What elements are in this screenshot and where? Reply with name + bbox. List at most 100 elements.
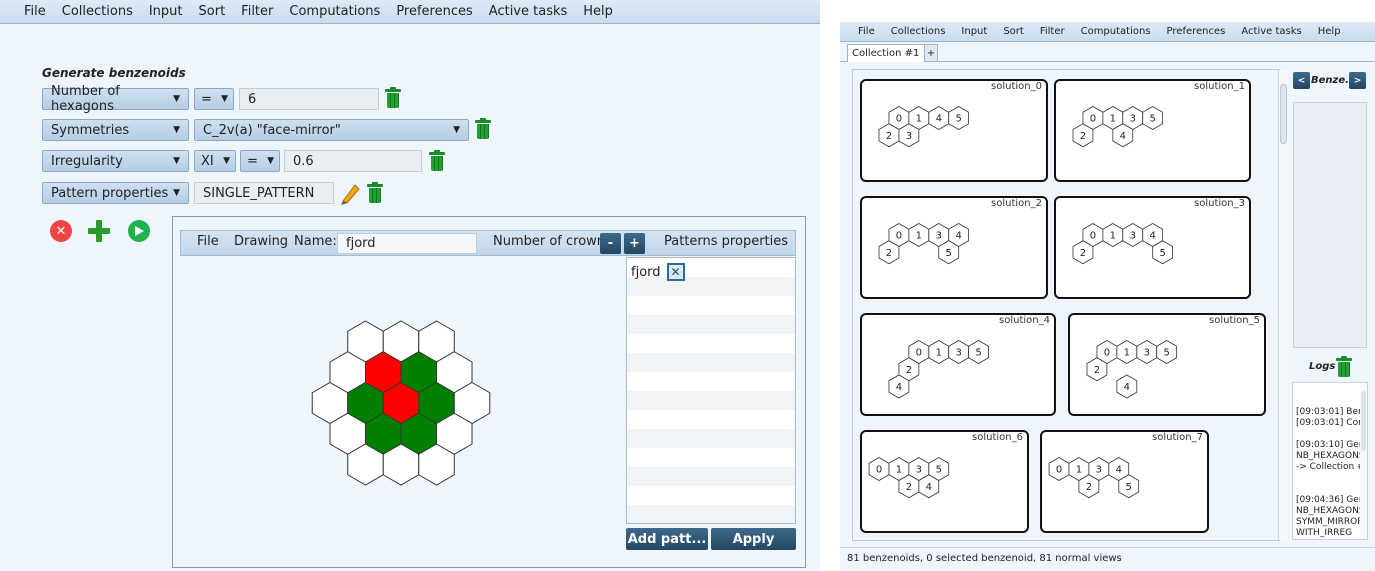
trash-icon[interactable] xyxy=(385,87,401,108)
criterion-pattern-select[interactable]: Pattern properties ▼ xyxy=(42,182,189,204)
hexagon-label: 1 xyxy=(936,348,942,359)
symmetry-value-select[interactable]: C_2v(a) "face-mirror" ▼ xyxy=(194,119,469,141)
solution-card[interactable]: solution_6 0 1 3 5 2 4 xyxy=(860,430,1029,533)
criterion-label: Number of hexagons xyxy=(51,84,120,114)
gallery-scrollbar[interactable] xyxy=(1278,70,1288,540)
trash-icon[interactable] xyxy=(475,118,491,139)
chevron-down-icon: ▼ xyxy=(453,125,460,135)
hexagon-label: 2 xyxy=(1094,365,1100,376)
trash-icon[interactable] xyxy=(367,182,383,203)
left-menu-input[interactable]: Input xyxy=(141,4,191,19)
solution-card[interactable]: solution_1 0 1 3 5 2 4 xyxy=(1054,79,1251,182)
left-menu-filter[interactable]: Filter xyxy=(233,4,281,19)
list-row xyxy=(627,429,795,448)
pattern-list-item[interactable]: fjord ✕ xyxy=(631,263,685,281)
add-pattern-button[interactable]: Add patt... xyxy=(626,528,708,550)
solution-card[interactable]: solution_0 0 1 4 5 2 3 xyxy=(860,79,1048,182)
hexagon-label: 1 xyxy=(1076,465,1082,476)
irregularity-type-label: XI xyxy=(201,153,214,169)
run-icon[interactable] xyxy=(128,220,150,242)
solution-card[interactable]: solution_2 0 1 3 4 2 5 xyxy=(860,196,1048,299)
trash-icon[interactable] xyxy=(1336,356,1352,377)
left-menu-computations[interactable]: Computations xyxy=(281,4,388,19)
benzenoid-drawing: 0 1 3 4 2 5 xyxy=(878,223,970,265)
hexagon-label: 0 xyxy=(1056,465,1062,476)
hexagons-value-input[interactable]: 6 xyxy=(239,88,379,110)
left-menu-collections[interactable]: Collections xyxy=(54,4,141,19)
hexagon-label: 4 xyxy=(1120,131,1126,142)
cancel-icon[interactable]: ✕ xyxy=(50,220,72,242)
left-menu-sort[interactable]: Sort xyxy=(191,4,234,19)
criterion-hexagons-select[interactable]: Number of hexagons ▼ xyxy=(42,84,189,114)
chevron-down-icon: ▼ xyxy=(267,156,274,166)
irregularity-value-input[interactable]: 0.6 xyxy=(284,150,422,172)
list-row xyxy=(627,410,795,429)
trash-icon[interactable] xyxy=(429,150,445,171)
hexagon-label: 2 xyxy=(886,248,892,259)
solution-card[interactable]: solution_5 0 1 3 5 2 4 xyxy=(1068,313,1266,416)
pattern-item-label: fjord xyxy=(631,264,661,280)
apply-button[interactable]: Apply xyxy=(711,528,796,550)
criterion-symmetries-select[interactable]: Symmetries ▼ xyxy=(42,119,189,141)
tab-bar: Collection #1 × + xyxy=(840,42,1375,62)
log-line: -> Collection # xyxy=(1296,462,1365,472)
benzenoid-drawing: 0 1 3 5 2 4 xyxy=(1086,340,1178,399)
right-menu-input[interactable]: Input xyxy=(953,26,995,37)
left-menu-preferences[interactable]: Preferences xyxy=(388,4,480,19)
hexagon-label: 0 xyxy=(916,348,922,359)
hexagon-label: 5 xyxy=(1126,482,1132,493)
hexagon-label: 0 xyxy=(1090,231,1096,242)
patterns-properties-title: Patterns properties xyxy=(664,234,789,249)
list-row xyxy=(627,467,795,486)
tab-collection-1[interactable]: Collection #1 × xyxy=(847,44,936,62)
right-menu-active-tasks[interactable]: Active tasks xyxy=(1233,26,1309,37)
left-menu-help[interactable]: Help xyxy=(575,4,621,19)
right-menu-computations[interactable]: Computations xyxy=(1073,26,1159,37)
right-menu-preferences[interactable]: Preferences xyxy=(1159,26,1234,37)
right-menu-sort[interactable]: Sort xyxy=(995,26,1032,37)
solution-card[interactable]: solution_4 0 1 3 5 2 4 xyxy=(860,313,1056,416)
prev-button[interactable]: < xyxy=(1293,72,1310,89)
hexagon-label: 4 xyxy=(896,382,902,393)
solution-card[interactable]: solution_7 0 1 3 4 2 5 xyxy=(1040,430,1209,533)
benzenoid-drawing: 0 1 3 5 2 4 xyxy=(868,457,950,499)
logs-scrollbar[interactable] xyxy=(1360,383,1367,539)
pencil-icon[interactable] xyxy=(339,181,361,205)
criterion-irregularity-select[interactable]: Irregularity ▼ xyxy=(42,150,189,172)
hexagon-label: 3 xyxy=(906,131,912,142)
add-tab-button[interactable]: + xyxy=(924,44,938,62)
solution-card[interactable]: solution_3 0 1 3 4 2 5 xyxy=(1054,196,1251,299)
hexagon-label: 4 xyxy=(955,231,961,242)
left-menu-active-tasks[interactable]: Active tasks xyxy=(481,4,575,19)
hexagon-label: 3 xyxy=(936,231,942,242)
list-row xyxy=(627,353,795,372)
left-menu-file[interactable]: File xyxy=(16,4,54,19)
irregularity-type-select[interactable]: XI ▼ xyxy=(194,150,236,172)
hexagon-label: 1 xyxy=(1124,348,1130,359)
next-button[interactable]: > xyxy=(1349,72,1366,89)
hexagon-label: 0 xyxy=(896,231,902,242)
right-menu-collections[interactable]: Collections xyxy=(883,26,954,37)
operator-label: = xyxy=(247,153,258,169)
pattern-hex-grid[interactable] xyxy=(173,217,623,569)
chevron-down-icon: ▼ xyxy=(221,94,228,104)
operator-select[interactable]: = ▼ xyxy=(194,88,234,110)
benzenoid-drawing: 0 1 3 4 2 5 xyxy=(1072,223,1173,265)
right-menu-filter[interactable]: Filter xyxy=(1032,26,1073,37)
list-row xyxy=(627,334,795,353)
close-icon[interactable]: ✕ xyxy=(666,263,685,281)
add-icon[interactable] xyxy=(88,220,110,242)
chevron-down-icon: ▼ xyxy=(173,156,180,166)
right-menu-file[interactable]: File xyxy=(850,26,883,37)
crowns-plus-button[interactable]: + xyxy=(624,233,645,254)
right-menubar: File Collections Input Sort Filter Computatio… xyxy=(840,22,1375,42)
tab-label: Collection #1 xyxy=(852,48,920,59)
hexagon-label: 0 xyxy=(1104,348,1110,359)
right-menu-help[interactable]: Help xyxy=(1310,26,1349,37)
hexagon-label: 2 xyxy=(1080,131,1086,142)
operator-select[interactable]: = ▼ xyxy=(240,150,280,172)
log-line: [09:04:36] Ger xyxy=(1296,495,1363,505)
